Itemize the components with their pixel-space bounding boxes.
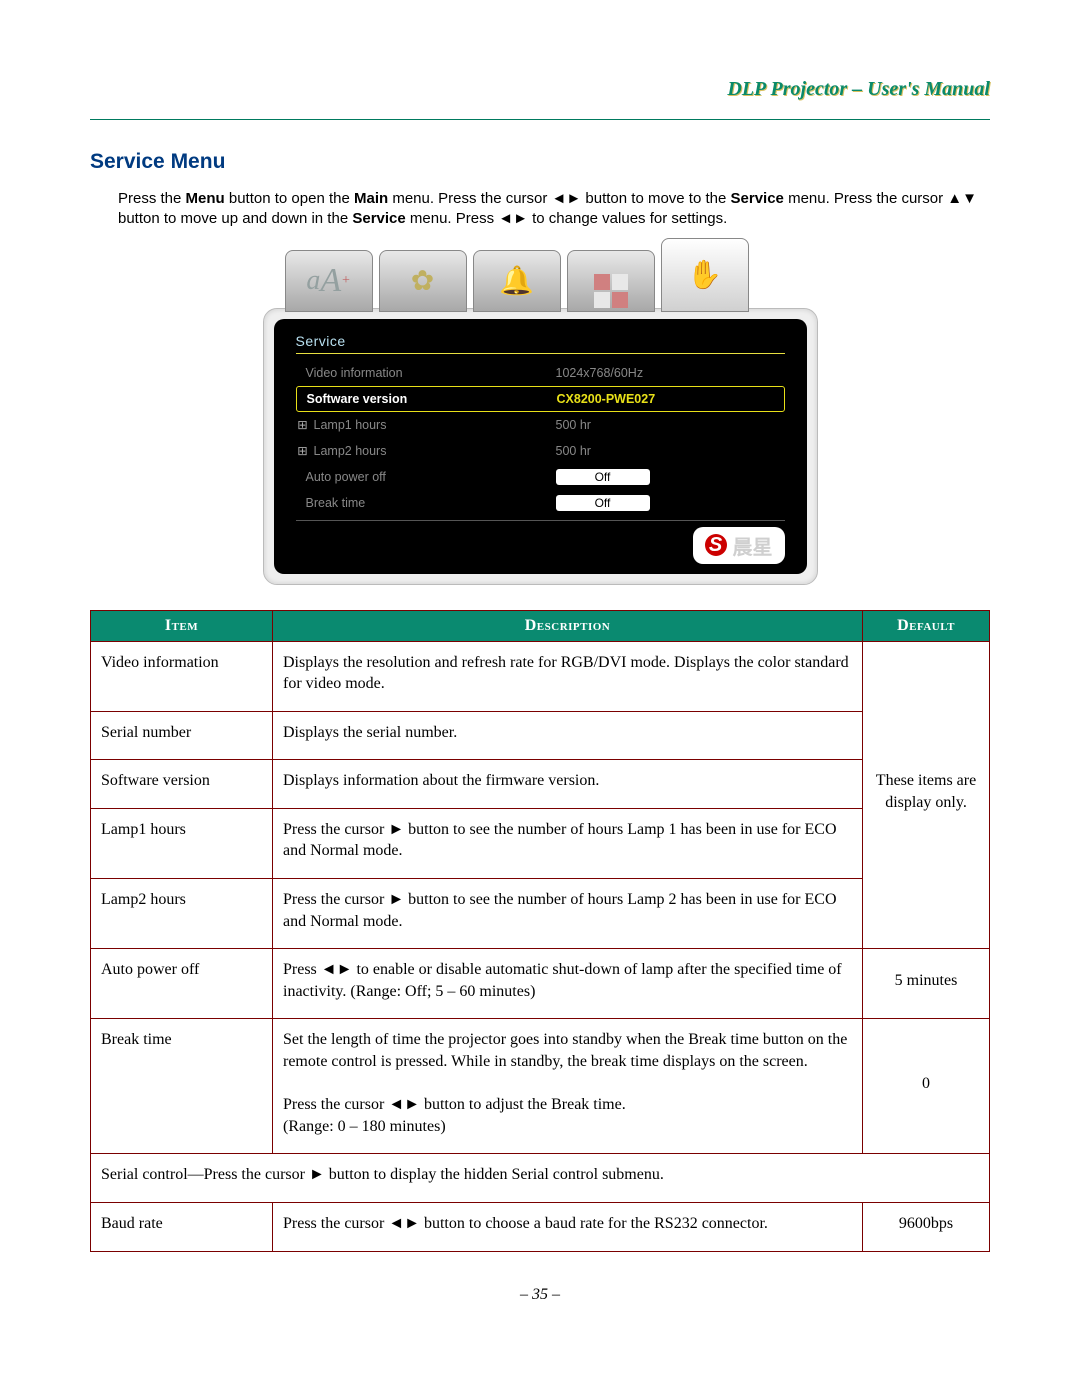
osd-pill: Off	[556, 495, 650, 511]
intro-paragraph: Press the Menu button to open the Main m…	[118, 189, 990, 230]
description-table: Item Description Default Video informati…	[90, 610, 990, 1252]
osd-row-lamp1: ⊞Lamp1 hours 500 hr	[296, 412, 785, 438]
osd-value: CX8200-PWE027	[517, 392, 784, 406]
osd-frame: Service Video information 1024x768/60Hz …	[263, 308, 818, 585]
osd-panel: Service Video information 1024x768/60Hz …	[274, 319, 807, 574]
cell-item: Video information	[91, 641, 273, 711]
cell-item: Software version	[91, 760, 273, 809]
osd-value: Off	[516, 469, 785, 485]
intro-text: button to open the	[225, 190, 354, 207]
cell-serial-note: Serial control—Press the cursor ► button…	[91, 1154, 990, 1203]
section-heading: Service Menu	[90, 150, 990, 174]
osd-row-software-version-selected: Software version CX8200-PWE027	[296, 386, 785, 412]
intro-bold-service2: Service	[352, 210, 405, 227]
osd-label: ⊞Lamp2 hours	[296, 443, 516, 458]
table-row: Auto power off Press ◄► to enable or dis…	[91, 949, 990, 1019]
osd-tab-service-active: ✋	[661, 238, 749, 312]
table-row-serial-note: Serial control—Press the cursor ► button…	[91, 1154, 990, 1203]
osd-brand-logo: S 晨星	[296, 527, 785, 564]
cell-item: Lamp2 hours	[91, 879, 273, 949]
osd-screenshot: aA+ ✿ 🔔 ✋ Service Video information 1024…	[263, 250, 818, 585]
table-header-row: Item Description Default	[91, 610, 990, 641]
cell-desc: Set the length of time the projector goe…	[273, 1019, 863, 1154]
cell-default-displayonly: These items are display only.	[863, 641, 990, 949]
osd-row-video-info: Video information 1024x768/60Hz	[296, 360, 785, 386]
osd-tab-settings: ✿	[379, 250, 467, 312]
table-row: Lamp2 hours Press the cursor ► button to…	[91, 879, 990, 949]
osd-pill: Off	[556, 469, 650, 485]
brand-swirl-icon: S	[705, 534, 727, 556]
osd-tab-font: aA+	[285, 250, 373, 312]
expand-icon: ⊞	[296, 417, 310, 432]
intro-text: Press the	[118, 190, 186, 207]
cell-default: 5 minutes	[863, 949, 990, 1019]
cell-item: Lamp1 hours	[91, 808, 273, 878]
cell-item: Break time	[91, 1019, 273, 1154]
table-row: Baud rate Press the cursor ◄► button to …	[91, 1203, 990, 1252]
table-row: Serial number Displays the serial number…	[91, 711, 990, 760]
th-desc: Description	[273, 610, 863, 641]
osd-label: Auto power off	[296, 470, 516, 484]
cell-default: 9600bps	[863, 1203, 990, 1252]
table-row: Software version Displays information ab…	[91, 760, 990, 809]
intro-bold-service: Service	[731, 190, 784, 207]
osd-label: ⊞Lamp1 hours	[296, 417, 516, 432]
osd-value: 500 hr	[516, 418, 785, 432]
osd-label: Break time	[296, 496, 516, 510]
doc-header-title: DLP Projector – User's Manual	[90, 78, 990, 101]
osd-value: 500 hr	[516, 444, 785, 458]
osd-row-break-time: Break time Off	[296, 490, 785, 516]
osd-value: 1024x768/60Hz	[516, 366, 785, 380]
cell-item: Baud rate	[91, 1203, 273, 1252]
cell-desc: Press the cursor ► button to see the num…	[273, 808, 863, 878]
intro-bold-main: Main	[354, 190, 388, 207]
osd-divider	[296, 520, 785, 521]
th-default: Default	[863, 610, 990, 641]
intro-bold-menu: Menu	[186, 190, 225, 207]
brand-badge: S 晨星	[693, 527, 785, 564]
cell-item: Auto power off	[91, 949, 273, 1019]
cell-desc: Displays the serial number.	[273, 711, 863, 760]
intro-text: menu. Press ◄► to change values for sett…	[406, 210, 728, 227]
cell-desc: Displays the resolution and refresh rate…	[273, 641, 863, 711]
osd-tab-color	[567, 250, 655, 312]
header-rule	[90, 119, 990, 120]
table-row: Lamp1 hours Press the cursor ► button to…	[91, 808, 990, 878]
manual-page: DLP Projector – User's Manual Service Me…	[0, 0, 1080, 1397]
cell-desc: Press ◄► to enable or disable automatic …	[273, 949, 863, 1019]
cell-default: 0	[863, 1019, 990, 1154]
cell-desc: Displays information about the firmware …	[273, 760, 863, 809]
osd-title: Service	[296, 333, 785, 349]
intro-text: menu. Press the cursor ◄► button to move…	[388, 190, 730, 207]
brand-text: 晨星	[733, 531, 773, 560]
osd-tab-strip: aA+ ✿ 🔔 ✋	[263, 250, 818, 312]
osd-row-auto-power: Auto power off Off	[296, 464, 785, 490]
osd-value: Off	[516, 495, 785, 511]
page-number: – 35 –	[90, 1286, 990, 1304]
table-row: Break time Set the length of time the pr…	[91, 1019, 990, 1154]
expand-icon: ⊞	[296, 443, 310, 458]
osd-label: Software version	[297, 392, 517, 406]
osd-row-lamp2: ⊞Lamp2 hours 500 hr	[296, 438, 785, 464]
table-row: Video information Displays the resolutio…	[91, 641, 990, 711]
cell-desc: Press the cursor ◄► button to choose a b…	[273, 1203, 863, 1252]
cell-item: Serial number	[91, 711, 273, 760]
th-item: Item	[91, 610, 273, 641]
osd-tab-audio: 🔔	[473, 250, 561, 312]
osd-label: Video information	[296, 366, 516, 380]
osd-divider	[296, 353, 785, 354]
cell-desc: Press the cursor ► button to see the num…	[273, 879, 863, 949]
